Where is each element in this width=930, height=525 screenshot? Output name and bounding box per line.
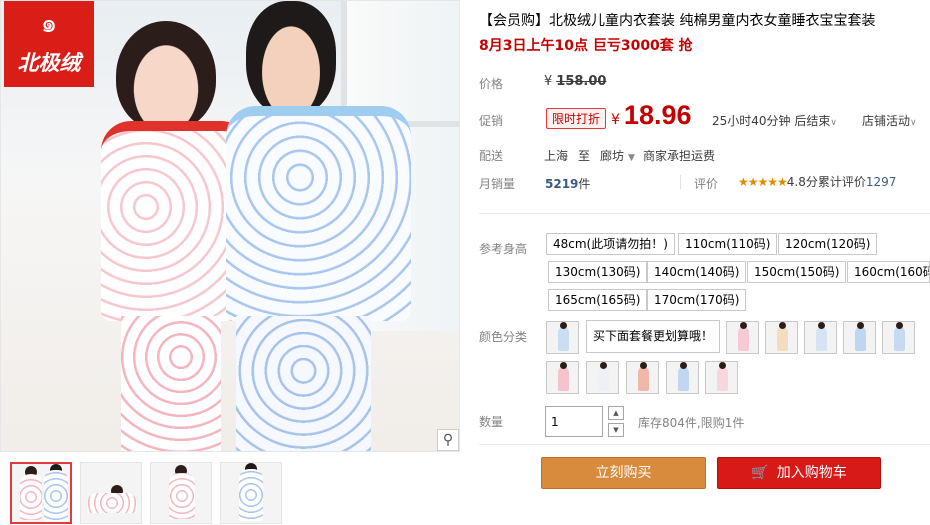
- color-swatch[interactable]: [726, 321, 759, 354]
- size-label: 参考身高: [479, 242, 528, 256]
- brand-logo: ๑ 北极绒: [4, 1, 94, 87]
- color-swatch[interactable]: [882, 321, 915, 354]
- thumbnail-3[interactable]: [150, 462, 212, 524]
- add-to-cart-button[interactable]: 🛒 加入购物车: [717, 457, 881, 489]
- add-to-cart-label: 加入购物车: [776, 465, 847, 481]
- price-label: 价格: [479, 77, 504, 91]
- boy-figure-head: [246, 1, 336, 116]
- quantity-label: 数量: [479, 415, 504, 429]
- ship-to-word: 至: [578, 149, 591, 163]
- size-option[interactable]: 130cm(130码): [548, 261, 648, 283]
- size-option[interactable]: 170cm(170码): [647, 289, 747, 311]
- promo-label: 促销: [479, 114, 504, 128]
- store-activity-text: 店铺活动: [862, 114, 911, 128]
- store-activity-dropdown[interactable]: 店铺活动∨: [862, 112, 917, 129]
- color-swatch[interactable]: [843, 321, 876, 354]
- size-option[interactable]: 48cm(此项请勿拍！): [546, 233, 675, 255]
- divider-line: [479, 213, 930, 214]
- color-swatch-text[interactable]: 买下面套餐更划算哦！: [586, 320, 721, 353]
- promo-price: ¥18.96: [611, 100, 692, 131]
- countdown-dropdown[interactable]: 25小时40分钟 后结束∨: [712, 112, 837, 129]
- magnifier-icon[interactable]: ⚲: [437, 429, 459, 451]
- quantity-decrease-icon[interactable]: ▼: [608, 423, 624, 437]
- countdown-text: 25小时40分钟 后结束: [712, 114, 831, 128]
- product-subtitle: 8月3日上午10点 巨亏3000套 抢: [479, 38, 693, 54]
- ship-to-select[interactable]: 廊坊: [600, 149, 624, 163]
- thumbnail-1[interactable]: [10, 462, 72, 524]
- thumbnail-2[interactable]: [80, 462, 142, 524]
- shipping-label: 配送: [479, 149, 504, 163]
- chevron-down-icon: ∨: [830, 118, 837, 128]
- color-swatch[interactable]: [705, 361, 738, 394]
- thumbnail-4[interactable]: [220, 462, 282, 524]
- shipping-info: 上海至廊坊 ▼ 商家承担运费: [544, 147, 725, 164]
- rating-score: 4.8分: [786, 175, 818, 189]
- brand-logo-text: 北极绒: [17, 50, 81, 75]
- size-option[interactable]: 120cm(120码): [778, 233, 878, 255]
- shipping-note: 商家承担运费: [642, 149, 715, 163]
- thumbnail-strip: [10, 462, 282, 524]
- review-total[interactable]: 1297: [866, 175, 897, 189]
- cart-icon: 🛒: [751, 465, 769, 481]
- size-option[interactable]: 140cm(140码): [647, 261, 747, 283]
- color-swatch[interactable]: [626, 361, 659, 394]
- color-swatch[interactable]: [546, 361, 579, 394]
- size-option[interactable]: 165cm(165码): [548, 289, 648, 311]
- quantity-input[interactable]: [545, 406, 603, 437]
- divider: [680, 175, 681, 189]
- boy-figure-legs: [236, 316, 371, 451]
- color-swatch[interactable]: [586, 361, 619, 394]
- product-title: 【会员购】北极绒儿童内衣套装 纯棉男童内衣女童睡衣宝宝套装: [479, 13, 876, 29]
- rating[interactable]: ★★★★★4.8分累计评价1297: [738, 173, 896, 190]
- stock-info: 库存804件,限购1件: [638, 416, 745, 430]
- color-label: 颜色分类: [479, 330, 528, 344]
- monthly-sales: 5219件: [545, 175, 590, 192]
- review-total-label: 累计评价: [817, 175, 866, 189]
- promo-currency: ¥: [611, 112, 620, 128]
- original-price: ¥158.00: [544, 74, 606, 89]
- girl-figure-head: [116, 21, 216, 131]
- monthly-sales-label: 月销量: [479, 177, 516, 191]
- promo-tag: 限时打折: [546, 108, 607, 129]
- chevron-down-icon: ∨: [910, 118, 917, 128]
- color-swatch[interactable]: [804, 321, 837, 354]
- sales-unit: 件: [578, 177, 591, 191]
- color-swatch[interactable]: [546, 321, 579, 354]
- main-product-image[interactable]: ๑ 北极绒 ⚲: [0, 0, 460, 452]
- divider-line: [479, 444, 930, 445]
- size-option[interactable]: 160cm(160码): [847, 261, 930, 283]
- rating-label: 评价: [694, 177, 719, 191]
- size-option[interactable]: 110cm(110码): [678, 233, 778, 255]
- color-swatch[interactable]: [765, 321, 798, 354]
- color-swatch[interactable]: [666, 361, 699, 394]
- promo-price-value: 18.96: [623, 100, 692, 130]
- sales-count: 5219: [545, 177, 579, 191]
- boy-figure-body: [226, 106, 411, 321]
- star-rating-icon: ★★★★★: [738, 175, 788, 189]
- buy-now-button[interactable]: 立刻购买: [541, 457, 706, 489]
- caret-down-icon[interactable]: ▼: [628, 153, 635, 163]
- currency-symbol: ¥: [544, 74, 553, 89]
- sheep-logo-icon: ๑: [40, 9, 58, 39]
- ship-from: 上海: [544, 149, 569, 163]
- original-price-value: 158.00: [556, 74, 607, 89]
- quantity-increase-icon[interactable]: ▲: [608, 406, 624, 420]
- girl-figure-legs: [121, 316, 221, 451]
- size-option[interactable]: 150cm(150码): [747, 261, 847, 283]
